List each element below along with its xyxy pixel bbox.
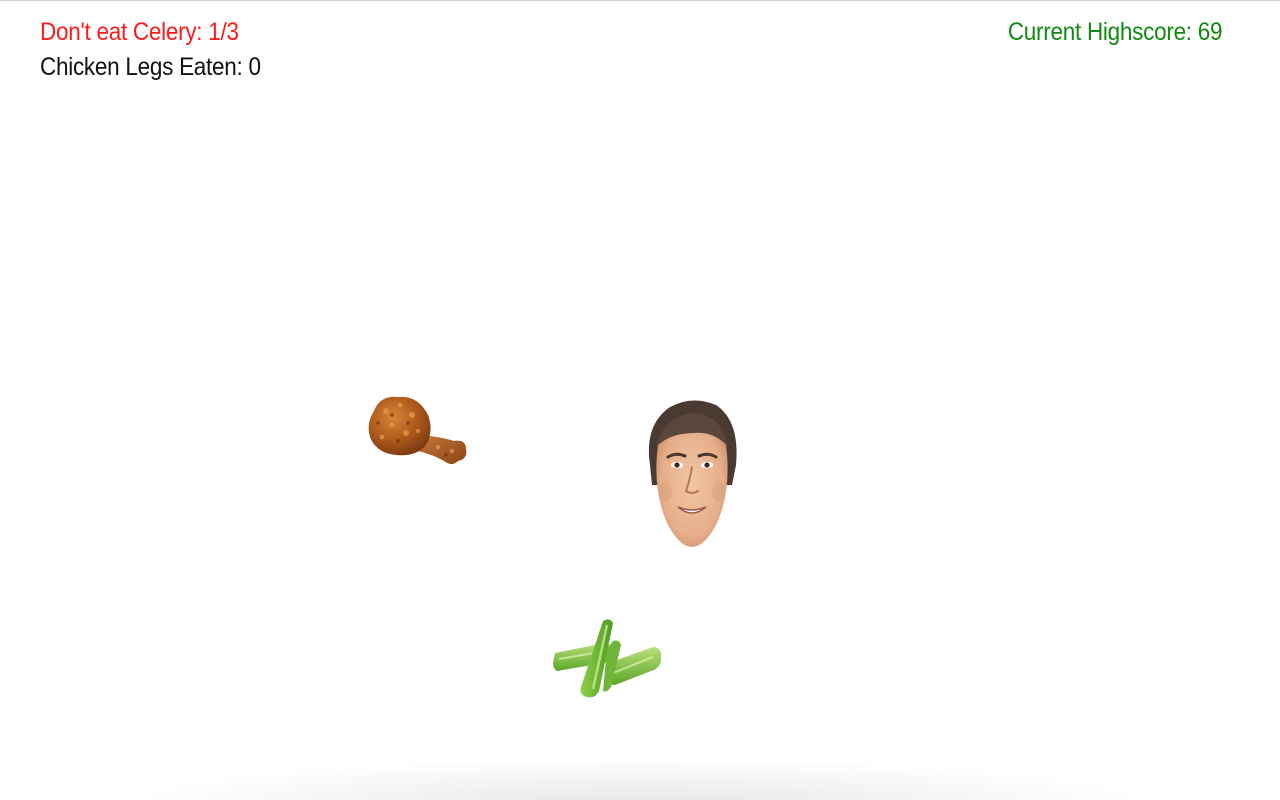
chicken-leg-icon <box>362 391 470 477</box>
highscore-display: Current Highscore: 69 <box>1007 18 1223 46</box>
celery-warning-counter: Don't eat Celery: 1/3 <box>40 18 239 46</box>
chicken-legs-eaten-counter: Chicken Legs Eaten: 0 <box>40 53 261 81</box>
player-face-icon[interactable] <box>642 395 742 553</box>
celery-icon <box>549 613 667 703</box>
bottom-shadow <box>150 760 1130 800</box>
game-canvas[interactable]: Don't eat Celery: 1/3 Chicken Legs Eaten… <box>0 0 1280 800</box>
